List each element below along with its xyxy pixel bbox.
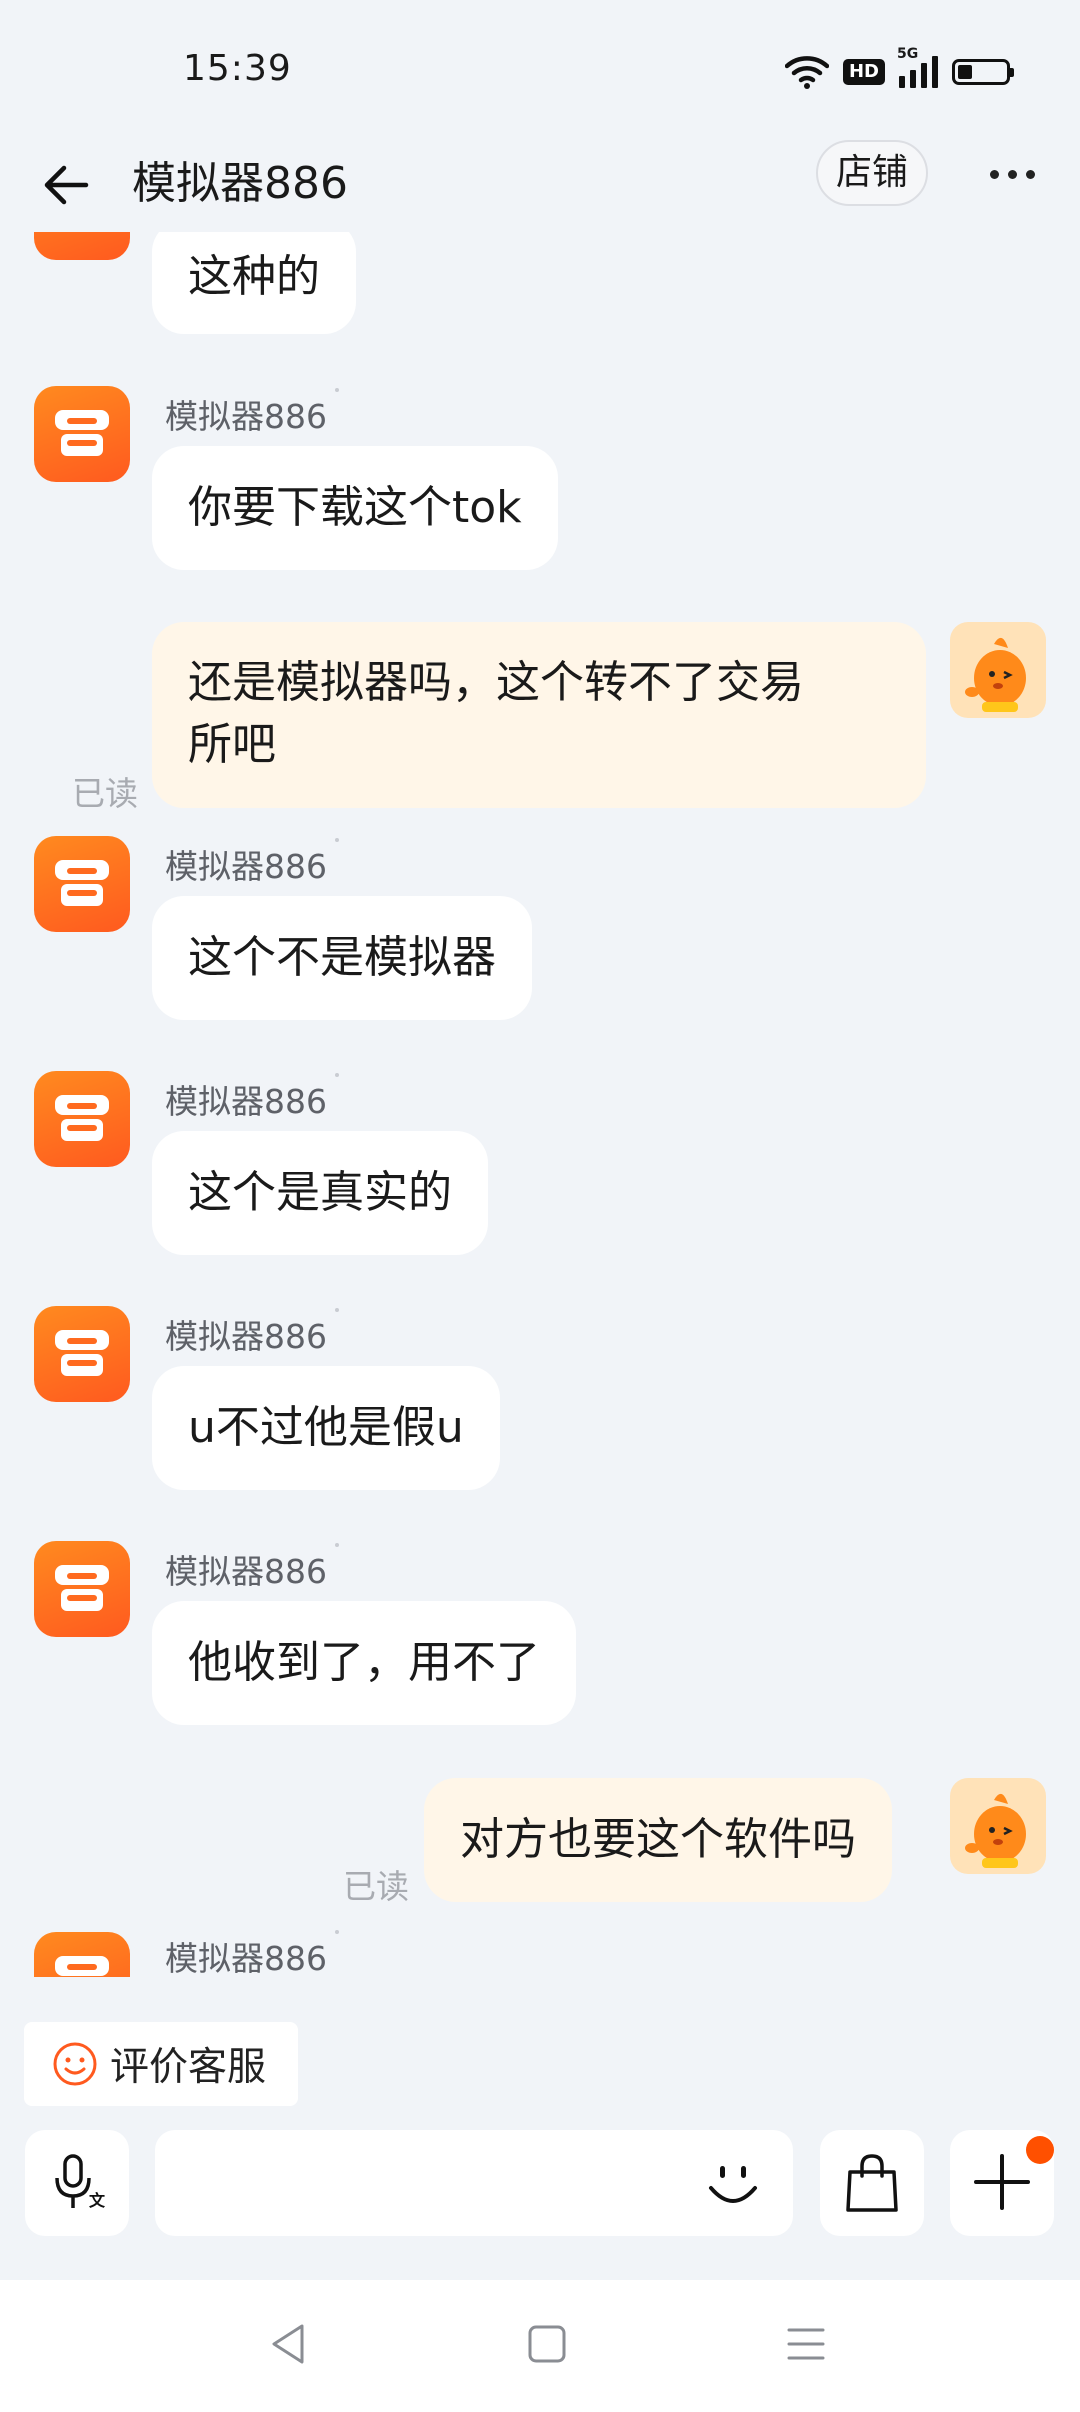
message-bubble-outgoing[interactable]: 对方也要这个软件吗 (424, 1778, 892, 1902)
chat-title: 模拟器886 (132, 158, 348, 209)
store-icon (55, 860, 109, 906)
status-icons: HD 5G (784, 46, 1014, 94)
hd-icon: HD (842, 59, 885, 85)
shopping-bag-icon (846, 2154, 898, 2212)
read-status: 已读 (343, 1867, 409, 1906)
sender-name: 模拟器886 (165, 1543, 339, 1593)
message-bubble[interactable]: 这个不是模拟器 (152, 896, 532, 1020)
message-bubble[interactable]: 这个是真实的 (152, 1131, 488, 1255)
sender-name: 模拟器886 (165, 838, 339, 888)
signal-icon: 5G (897, 46, 938, 88)
emoji-icon[interactable] (705, 2156, 761, 2212)
shop-avatar[interactable] (34, 1306, 130, 1402)
message-text-line: 还是模拟器吗，这个转不了交易 (188, 657, 804, 708)
shop-avatar[interactable] (34, 232, 130, 260)
message-text: u不过他是假u (188, 1402, 464, 1453)
shop-avatar[interactable] (34, 1541, 130, 1637)
battery-icon (952, 59, 1014, 85)
shop-avatar[interactable] (34, 836, 130, 932)
voice-to-text-button[interactable]: 文 (25, 2130, 129, 2236)
message-bubble[interactable]: 你要下载这个tok (152, 446, 558, 570)
input-bar: 文 (0, 2130, 1080, 2240)
notification-dot (1026, 2136, 1054, 2164)
message-text: 这个是真实的 (188, 1167, 452, 1218)
store-icon (55, 410, 109, 456)
plus-icon (974, 2154, 1030, 2210)
shop-avatar[interactable] (34, 386, 130, 482)
rate-service-label: 评价客服 (110, 2045, 267, 2090)
chat-header: 模拟器886 店铺 (0, 130, 1080, 240)
sender-name: 模拟器886 (165, 1073, 339, 1123)
rate-service-button[interactable]: 评价客服 (24, 2022, 298, 2106)
status-time: 15:39 (183, 48, 292, 89)
back-triangle-icon[interactable] (268, 2322, 308, 2366)
store-icon (55, 1095, 109, 1141)
arrow-left-icon[interactable] (38, 155, 98, 215)
sender-name: 模拟器886 (165, 388, 339, 438)
message-list[interactable]: 这种的 模拟器886 你要下载这个tok 还是模拟器吗，这个转不了交易 所吧 已… (0, 232, 1080, 1977)
product-button[interactable] (820, 2130, 924, 2236)
svg-text:文: 文 (89, 2191, 105, 2210)
mascot-icon (965, 637, 1026, 712)
status-bar: 15:39 HD 5G (0, 0, 1080, 140)
message-text: 对方也要这个软件吗 (460, 1814, 856, 1865)
read-status: 已读 (72, 774, 138, 813)
shop-button[interactable]: 店铺 (816, 140, 928, 206)
shop-avatar[interactable] (34, 1932, 130, 1977)
message-text: 这种的 (188, 251, 320, 302)
sender-name: 模拟器886 (165, 1308, 339, 1358)
message-text: 这个不是模拟器 (188, 932, 496, 983)
network-gen-label: 5G (897, 46, 919, 62)
store-icon (55, 1956, 109, 1976)
shop-avatar[interactable] (34, 1071, 130, 1167)
message-text: 你要下载这个tok (188, 482, 522, 533)
sender-name: 模拟器886 (165, 1930, 339, 1977)
store-icon (55, 1330, 109, 1376)
user-avatar[interactable] (950, 622, 1046, 718)
message-bubble[interactable]: u不过他是假u (152, 1366, 500, 1490)
wifi-icon (784, 56, 829, 89)
message-input[interactable] (155, 2130, 793, 2236)
more-icon[interactable] (990, 170, 1035, 179)
message-bubble-outgoing[interactable]: 还是模拟器吗，这个转不了交易 所吧 (152, 622, 926, 808)
message-bubble[interactable]: 这种的 (152, 232, 356, 334)
store-icon (55, 1565, 109, 1611)
system-nav-bar (0, 2280, 1080, 2412)
home-square-icon[interactable] (527, 2324, 567, 2364)
user-avatar[interactable] (950, 1778, 1046, 1874)
smile-icon (53, 2042, 97, 2086)
voice-to-text-icon: 文 (55, 2154, 105, 2210)
menu-lines-icon[interactable] (786, 2324, 826, 2364)
message-text-line: 所吧 (188, 719, 276, 770)
message-bubble[interactable]: 他收到了，用不了 (152, 1601, 576, 1725)
message-text: 他收到了，用不了 (188, 1637, 540, 1688)
mascot-icon (965, 1793, 1026, 1868)
